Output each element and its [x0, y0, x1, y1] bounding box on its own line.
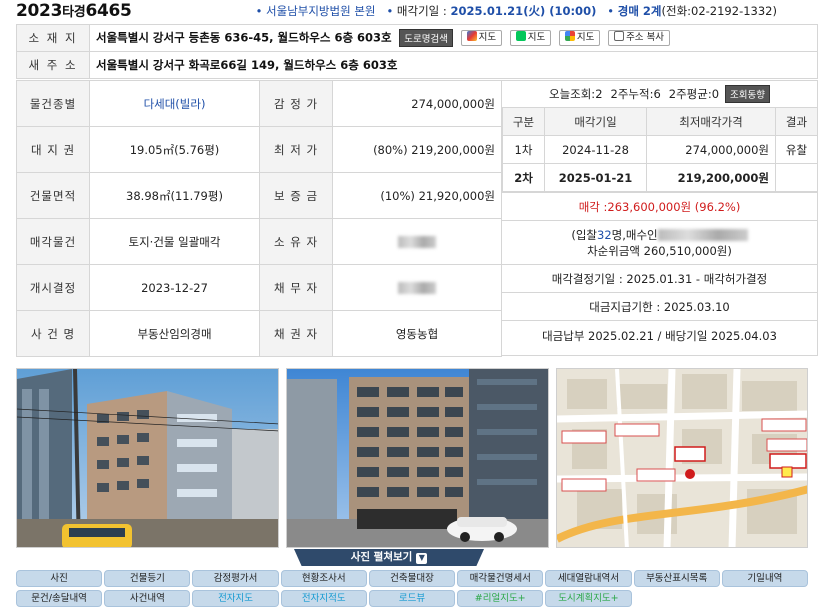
payment-deadline: 대금지급기한 : 2025.03.10 — [502, 292, 817, 320]
photo-gallery-button[interactable]: 사진 펼쳐보기 ▼ — [294, 549, 484, 566]
decision-date: 매각결정기일 : 2025.01.31 - 매각허가결정 — [502, 264, 817, 292]
history-header: 구분 — [502, 107, 545, 136]
location-map-photo[interactable] — [556, 368, 808, 548]
appraised-value: 274,000,000원 — [332, 80, 502, 127]
tab-13[interactable]: 로드뷰 — [368, 590, 456, 607]
building-area: 38.98㎡(11.79평) — [89, 172, 260, 219]
debtor — [332, 264, 502, 311]
tab-15[interactable]: 도시계획지도+ — [545, 590, 632, 607]
auction-status: 오늘조회: 2 2주누적: 6 2주평균: 0 조회동향 구분 매각기일 최저매… — [502, 80, 818, 356]
tab-12[interactable]: 전자지적도 — [280, 590, 367, 607]
tab-2[interactable]: 감정평가서 — [192, 570, 279, 587]
detail-label: 매각물건 — [16, 218, 90, 265]
detail-label: 대 지 권 — [16, 126, 90, 173]
detail-label: 물건종별 — [16, 80, 90, 127]
tab-9[interactable]: 문건/송달내역 — [16, 590, 103, 607]
redacted-name — [398, 282, 436, 294]
google-icon — [564, 31, 575, 41]
map-image — [557, 369, 807, 547]
property-details: 물건종별 다세대(빌라) 감 정 가 274,000,000원 대 지 권 19… — [16, 80, 502, 357]
tab-10[interactable]: 사건내역 — [104, 590, 191, 607]
sale-item: 토지·건물 일괄매각 — [89, 218, 260, 265]
tab-5[interactable]: 매각물건명세서 — [457, 570, 544, 587]
tab-0[interactable]: 사진 — [16, 570, 103, 587]
tab-3[interactable]: 현황조사서 — [280, 570, 367, 587]
property-type[interactable]: 다세대(빌라) — [89, 80, 260, 127]
detail-label: 채 권 자 — [259, 310, 333, 357]
tab-11[interactable]: 전자지도 — [192, 590, 279, 607]
case-header: 2023타경6465 • 서울남부지방법원 본원 • 매각기일 : 2025.0… — [16, 0, 820, 22]
tab-7[interactable]: 부동산표시목록 — [633, 570, 720, 587]
road-search-button[interactable]: 도로명검색 — [399, 29, 453, 47]
tab-8[interactable]: 기일내역 — [721, 570, 808, 587]
copy-icon — [614, 31, 625, 41]
case-name: 부동산임의경매 — [89, 310, 260, 357]
detail-label: 사 건 명 — [16, 310, 90, 357]
land-right: 19.05㎡(5.76평) — [89, 126, 260, 173]
copy-address-button[interactable]: 주소 복사 — [608, 30, 671, 46]
court-name[interactable]: 서울남부지방법원 본원 — [266, 4, 375, 18]
detail-label: 보 증 금 — [259, 172, 333, 219]
history-row: 1차 2024-11-28 274,000,000원 유찰 — [502, 135, 818, 164]
history-row: 2차 2025-01-21 219,200,000원 — [502, 163, 818, 192]
auction-history-table: 구분 매각기일 최저매각가격 결과 1차 2024-11-28 274,000,… — [502, 107, 818, 192]
main-info: 물건종별 다세대(빌라) 감 정 가 274,000,000원 대 지 권 19… — [16, 80, 818, 357]
dept: 경매 2계 — [617, 4, 662, 18]
address-table: 소 재 지 서울특별시 강서구 등촌동 636-45, 월드하우스 6층 603… — [16, 24, 818, 79]
history-header: 매각기일 — [544, 107, 647, 136]
detail-label: 채 무 자 — [259, 264, 333, 311]
view-trend-button[interactable]: 조회동향 — [725, 85, 771, 103]
payment-dividend: 대금납부 2025.02.21 / 배당기일 2025.04.03 — [502, 320, 817, 351]
detail-label: 감 정 가 — [259, 80, 333, 127]
creditor: 영동농협 — [332, 310, 502, 357]
location-value: 서울특별시 강서구 등촌동 636-45, 월드하우스 6층 603호 도로명검… — [89, 24, 818, 52]
bid-info: (입찰32명,매수인 차순위금액 260,510,000원) — [502, 220, 817, 264]
owner — [332, 218, 502, 265]
tab-4[interactable]: 건축물대장 — [368, 570, 456, 587]
phone: (전화:02-2192-1332) — [661, 4, 777, 18]
document-tabs: 사진 건물등기 감정평가서 현황조사서 건축물대장 매각물건명세서 세대열람내역서 부동산표시… — [16, 570, 808, 607]
chevron-down-icon: ▼ — [416, 553, 428, 564]
detail-label: 소 유 자 — [259, 218, 333, 265]
daum-map-button[interactable]: 지도 — [460, 30, 503, 46]
photo-strip — [16, 368, 808, 548]
naver-icon — [515, 31, 526, 41]
naver-map-button[interactable]: 지도 — [509, 30, 552, 46]
detail-label: 개시결정 — [16, 264, 90, 311]
sale-date: 2025.01.21(火) (10:00) — [450, 4, 597, 18]
new-address-label: 새 주 소 — [16, 51, 90, 79]
sold-price: 263,600,000원 — [607, 199, 692, 214]
google-map-button[interactable]: 지도 — [558, 30, 601, 46]
sold-price-row: 매각 : 263,600,000원 (96.2%) — [502, 192, 817, 220]
tab-6[interactable]: 세대열람내역서 — [545, 570, 632, 587]
daum-icon — [466, 31, 477, 41]
new-address-value: 서울특별시 강서구 화곡로66길 149, 월드하우스 6층 603호 — [89, 51, 818, 79]
case-number: 2023타경6465 — [16, 1, 132, 21]
bid-count: 32 — [597, 227, 612, 242]
case-info: • 서울남부지방법원 본원 • 매각기일 : 2025.01.21(火) (10… — [255, 4, 777, 18]
redacted-name — [398, 236, 436, 248]
tab-1[interactable]: 건물등기 — [104, 570, 191, 587]
sold-percent: (96.2%) — [694, 199, 741, 214]
building-street-image — [17, 369, 278, 547]
building-photo-1[interactable] — [16, 368, 279, 548]
building-photo-2[interactable] — [286, 368, 549, 548]
history-header: 최저매각가격 — [646, 107, 776, 136]
building-front-image — [287, 369, 548, 547]
minimum-price: (80%) 219,200,000원 — [332, 126, 502, 173]
deposit: (10%) 21,920,000원 — [332, 172, 502, 219]
detail-label: 최 저 가 — [259, 126, 333, 173]
redacted-buyer — [657, 229, 748, 241]
view-counts: 오늘조회: 2 2주누적: 6 2주평균: 0 조회동향 — [502, 81, 817, 107]
detail-label: 건물면적 — [16, 172, 90, 219]
history-header: 결과 — [775, 107, 818, 136]
start-date: 2023-12-27 — [89, 264, 260, 311]
location-label: 소 재 지 — [16, 24, 90, 52]
tab-14[interactable]: #리얼지도+ — [457, 590, 544, 607]
